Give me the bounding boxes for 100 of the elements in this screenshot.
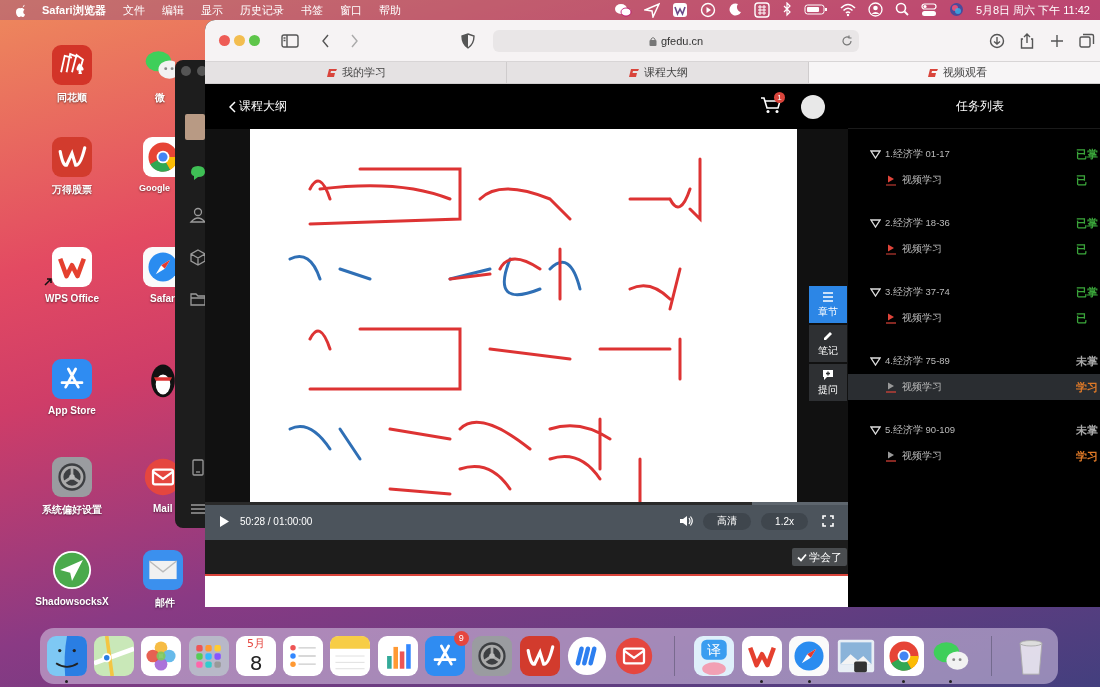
menu-clock[interactable]: 5月8日 周六 下午 11:42 [975,2,1090,18]
compass-icon[interactable] [143,247,175,287]
map-icon[interactable] [93,636,134,676]
envelope-icon[interactable] [614,636,655,676]
wps-logo-icon[interactable] [52,247,92,287]
gear-icon[interactable] [472,636,513,676]
user-circle-icon[interactable] [867,2,883,18]
moon-icon[interactable] [727,2,742,18]
back-icon[interactable] [321,32,331,49]
paper-plane-icon[interactable] [52,550,92,590]
side-tab[interactable]: 笔记 [809,325,847,362]
back-link[interactable]: 课程大纲 [229,98,287,115]
lesson-row[interactable]: 视频学习 已 [848,167,1100,193]
wps-logo-icon[interactable] [741,636,782,676]
envelope-icon[interactable] [143,550,183,590]
desktop-icon-label[interactable]: WPS Office [45,293,99,304]
menu-item[interactable]: 文件 [122,2,145,18]
card-fan-icon[interactable] [52,45,92,85]
menu-item[interactable]: 显示 [200,2,223,18]
apple-icon[interactable] [14,3,25,17]
wifi-icon[interactable] [839,2,856,18]
tabs-overview-icon[interactable] [1079,32,1095,49]
desktop-icon-label[interactable]: 万得股票 [52,183,92,197]
lesson-row[interactable]: 视频学习 已 [848,305,1100,331]
status-label: 已 [1076,241,1088,257]
brush-stroke-icon[interactable] [519,636,560,676]
chapter-title: 1.经济学 01-17 [885,147,951,161]
avatar[interactable] [801,94,825,119]
notepad-icon[interactable] [330,636,371,676]
bar-chart-icon[interactable] [377,636,418,676]
quality-button[interactable]: 高清 [703,512,752,530]
desktop-icon-label[interactable]: Google [139,183,170,193]
learned-button[interactable]: 学会了 [792,548,847,566]
app-store-icon[interactable] [425,636,465,676]
lesson-title: 视频学习 [902,311,943,325]
w-square-icon[interactable] [671,2,688,18]
chapter-row[interactable]: 4.经济学 75-89 未掌 [848,348,1100,374]
shield-icon[interactable] [461,32,475,49]
lesson-title: 视频学习 [902,449,943,463]
desktop-icon-label[interactable]: ShadowsocksX [35,596,109,607]
site-logo-icon [926,67,939,78]
folder-icon[interactable] [189,290,207,308]
gear-icon[interactable] [52,457,92,497]
download-icon[interactable] [989,32,1005,49]
desktop-icon-label[interactable]: 邮件 [155,596,175,610]
play-circle-icon[interactable] [699,2,716,18]
volume-icon[interactable] [679,515,694,527]
battery-icon[interactable] [803,2,828,18]
control-toggles-icon[interactable] [920,2,937,18]
desktop-icon-label[interactable]: App Store [48,405,96,416]
calendar-icon[interactable]: 5月 8 [235,636,276,676]
sidebar-icon[interactable] [281,32,299,49]
address-bar[interactable]: gfedu.cn [493,29,859,52]
menu-item[interactable]: 书签 [300,2,323,18]
smiling-face-icon[interactable] [46,636,87,676]
chrome-icon[interactable] [883,636,924,676]
lesson-row[interactable]: 视频学习 已 [848,236,1100,262]
compass-icon[interactable] [789,636,830,676]
fullscreen-icon[interactable] [822,515,834,527]
speed-button[interactable]: 1.2x [761,512,808,530]
keyboard-grid-icon[interactable] [753,2,770,18]
lesson-row[interactable]: 视频学习 学习 [848,374,1100,400]
chapter-row[interactable]: 2.经济学 18-36 已掌 [848,210,1100,236]
menu-item[interactable]: 历史记录 [239,2,284,18]
chat-bubble-icon[interactable] [189,164,207,182]
person-icon[interactable] [189,206,207,224]
menu-item[interactable]: 帮助 [378,2,401,18]
share-icon[interactable] [1019,32,1035,49]
search-icon[interactable] [894,2,909,18]
phone-icon[interactable] [189,458,207,476]
chat-bubbles-icon[interactable] [613,2,632,18]
chapter-row[interactable]: 3.经济学 37-74 已掌 [848,279,1100,305]
paper-plane-icon[interactable] [643,2,660,18]
check-icon [797,552,807,562]
lesson-row[interactable]: 视频学习 学习 [848,443,1100,469]
chapter-row[interactable]: 5.经济学 90-109 未掌 [848,417,1100,443]
url-text[interactable]: gfedu.cn [660,34,704,47]
reload-icon[interactable] [841,34,853,47]
menu-item[interactable]: 窗口 [339,2,362,18]
browser-tab[interactable]: 视频观看 [809,62,1100,83]
chrome-icon[interactable] [143,137,175,177]
desktop-icon-label[interactable]: Safar [150,293,175,304]
slanted-bars-icon[interactable] [566,636,607,676]
checklist-icon[interactable] [283,636,324,676]
menu-item[interactable]: 编辑 [161,2,184,18]
cube-icon[interactable] [189,248,207,266]
chapter-row[interactable]: 1.经济学 01-17 已掌 [848,141,1100,167]
desktop-icon-label[interactable]: Mail [153,503,173,514]
side-tab[interactable]: 章节 [809,286,847,323]
siri-orb-icon[interactable] [948,2,964,18]
bluetooth-icon[interactable] [781,2,792,18]
desktop-icon-label[interactable]: 系统偏好设置 [42,503,102,517]
list-icon [822,290,834,303]
play-icon [886,381,896,393]
side-tab[interactable]: 提问 [809,364,847,401]
brush-stroke-icon[interactable] [52,137,92,177]
app-store-icon[interactable] [52,359,92,399]
plus-icon[interactable] [1049,32,1065,49]
app-menu[interactable]: Safari浏览器 [42,2,106,18]
flower-icon[interactable] [141,636,182,676]
